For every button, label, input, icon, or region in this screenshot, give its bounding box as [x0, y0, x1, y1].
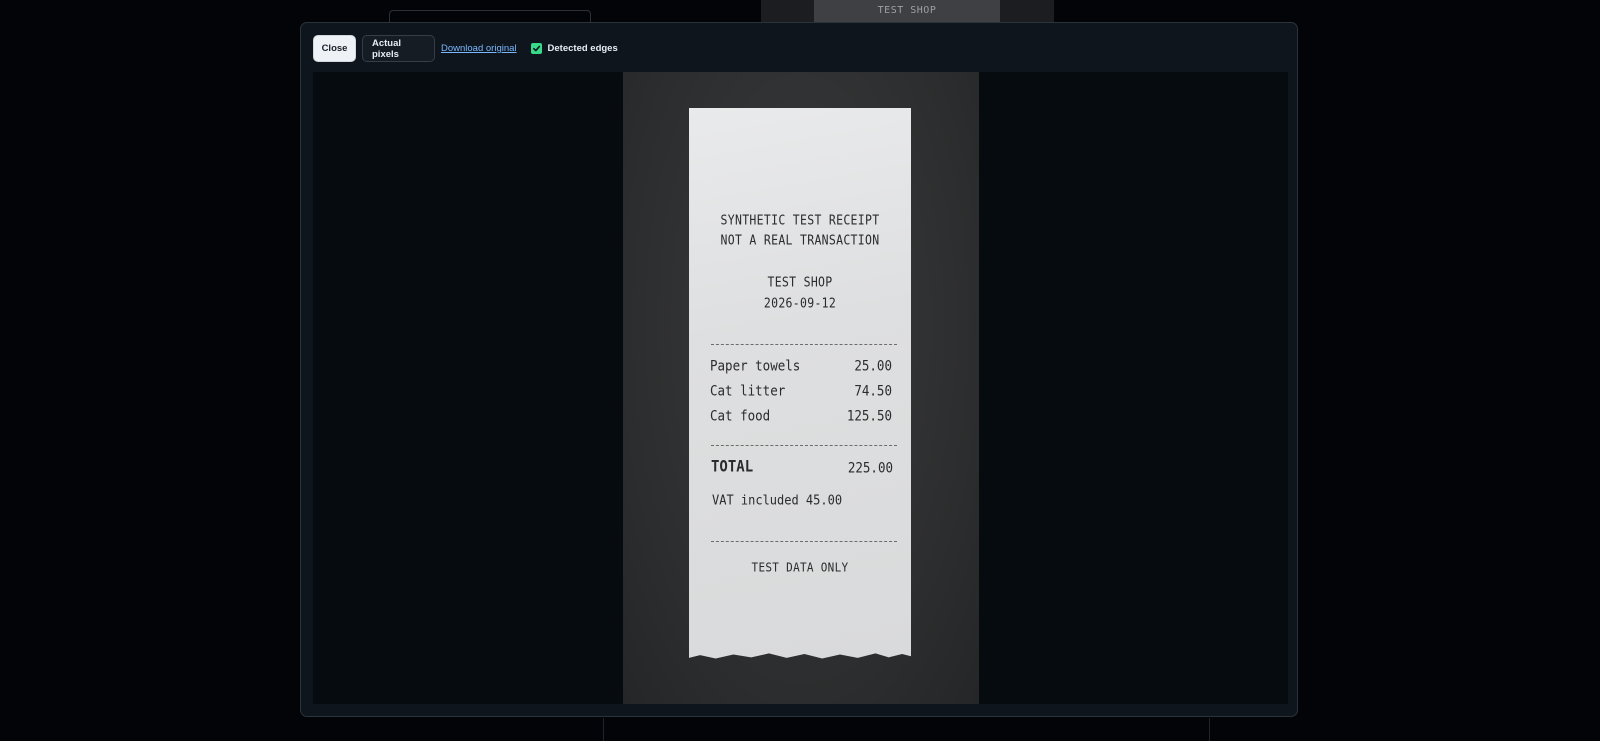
image-preview-modal: Close Actual pixels Download original De… [300, 22, 1298, 717]
receipt-header-line-2: NOT A REAL TRANSACTION [720, 231, 880, 249]
receipt-item-price: 125.50 [846, 407, 892, 424]
receipt-photo: SYNTHETIC TEST RECEIPT NOT A REAL TRANSA… [623, 72, 979, 704]
background-thumbnail: TEST SHOP [761, 0, 1054, 22]
receipt-shop-name: TEST SHOP [767, 273, 833, 291]
background-divider [603, 718, 604, 741]
receipt-item-name: Cat litter [710, 382, 786, 399]
receipt-item-name: Paper towels [710, 357, 801, 374]
image-viewer[interactable]: SYNTHETIC TEST RECEIPT NOT A REAL TRANSA… [313, 72, 1288, 704]
detected-edges-label: Detected edges [547, 43, 618, 54]
receipt-total-label: TOTAL [711, 458, 754, 476]
download-original-link[interactable]: Download original [441, 43, 517, 54]
receipt-item-row: Cat litter 74.50 [710, 382, 892, 399]
receipt-total-value: 225.00 [847, 459, 893, 476]
receipt-header-line-1: SYNTHETIC TEST RECEIPT [720, 211, 880, 229]
modal-toolbar: Close Actual pixels Download original De… [313, 35, 618, 62]
close-button[interactable]: Close [313, 35, 356, 62]
receipt-date: 2026-09-12 [763, 294, 837, 312]
receipt-item-price: 74.50 [854, 382, 892, 399]
receipt-divider [711, 541, 897, 542]
receipt-item-row: Paper towels 25.00 [710, 357, 892, 374]
actual-pixels-button[interactable]: Actual pixels [362, 35, 435, 62]
background-thumbnail-text: TEST SHOP [814, 0, 1000, 22]
receipt-divider [711, 445, 897, 446]
checkbox-checked-icon[interactable] [530, 43, 542, 54]
receipt-divider [711, 344, 897, 345]
receipt-vat-line: VAT included 45.00 [712, 492, 843, 508]
receipt-total-row: TOTAL 225.00 [711, 458, 893, 476]
receipt-item-name: Cat food [710, 407, 771, 424]
receipt-paper: SYNTHETIC TEST RECEIPT NOT A REAL TRANSA… [689, 108, 911, 659]
receipt-item-price: 25.00 [854, 357, 892, 374]
receipt-footer: TEST DATA ONLY [751, 560, 849, 575]
detected-edges-toggle[interactable]: Detected edges [530, 43, 618, 54]
background-divider [1209, 718, 1210, 741]
receipt-item-row: Cat food 125.50 [710, 407, 892, 424]
